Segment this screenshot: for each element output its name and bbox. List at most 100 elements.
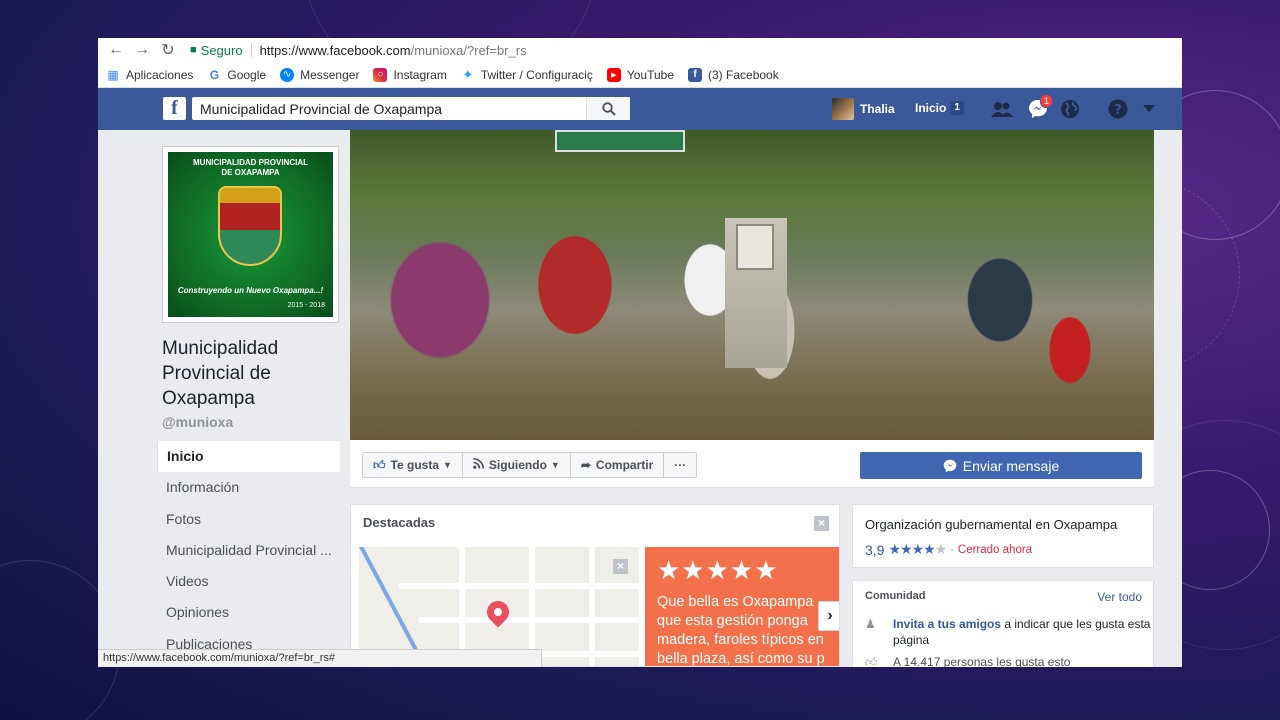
left-navigation: Inicio Información Fotos Municipalidad P… <box>157 441 340 660</box>
user-name: Thalia <box>860 102 895 116</box>
about-box: Organización gubernamental en Oxapampa 3… <box>852 504 1154 568</box>
cover-photo[interactable] <box>350 130 1154 440</box>
page-rating[interactable]: 3,9 ★★★★★ · Cerrado ahora <box>865 541 1032 558</box>
url-field[interactable]: https://www.facebook.com/munioxa/?ref=br… <box>260 43 527 58</box>
bookmark-label: YouTube <box>626 67 675 82</box>
bookmark-twitter[interactable]: ✦ Twitter / Configuraciç <box>461 66 593 82</box>
globe-notifications-icon[interactable] <box>1059 98 1081 120</box>
friend-requests-icon[interactable] <box>991 98 1013 120</box>
bookmark-label: Aplicaciones <box>126 67 194 82</box>
see-all-link[interactable]: Ver todo <box>1097 590 1142 604</box>
close-map-icon[interactable]: × <box>613 559 628 574</box>
people-icon: ♟ <box>865 617 876 631</box>
bookmark-label: Google <box>227 67 267 82</box>
help-icon[interactable]: ? <box>1107 98 1129 120</box>
back-arrow-icon[interactable]: ← <box>106 40 126 60</box>
caret-down-icon: ▼ <box>550 460 560 470</box>
thumbs-up-icon: 👍︎ <box>865 655 878 667</box>
follow-button[interactable]: Siguiendo ▼ <box>463 453 571 477</box>
map-road <box>589 547 595 666</box>
rating-stars: ★★★★★ <box>888 541 947 558</box>
bookmark-google[interactable]: G Google <box>207 68 266 82</box>
page-action-bar: 👍︎ Te gusta ▼ Siguiendo ▼ ➦ Compartir ·· <box>350 440 1154 488</box>
chevron-right-icon[interactable]: › <box>818 601 839 631</box>
rating-value: 3,9 <box>865 541 885 558</box>
bookmark-youtube[interactable]: ▶ YouTube <box>606 67 675 82</box>
home-label: Inicio <box>915 101 947 115</box>
secure-label: Seguro <box>200 42 243 58</box>
facebook-icon: f <box>688 67 703 82</box>
featured-section: Destacadas × × ★★★★★ Que bella es Oxapam… <box>350 504 840 667</box>
bookmark-facebook[interactable]: f (3) Facebook <box>688 67 779 82</box>
send-message-label: Enviar mensaje <box>962 457 1060 474</box>
bookmark-label: (3) Facebook <box>708 67 779 82</box>
thumbs-up-icon: 👍︎ <box>373 457 386 472</box>
more-options-icon: ··· <box>674 458 687 472</box>
featured-title: Destacadas <box>363 515 436 530</box>
search-button[interactable] <box>586 97 630 120</box>
invite-friends-link[interactable]: Invita a tus amigos <box>893 617 1001 631</box>
page-category[interactable]: Organización gubernamental en Oxapampa <box>865 517 1117 532</box>
svg-text:?: ? <box>1114 103 1122 118</box>
invite-text: Invita a tus amigos a indicar que les gu… <box>893 616 1153 648</box>
reload-icon[interactable]: ↻ <box>158 40 178 60</box>
google-icon: G <box>209 67 220 82</box>
bookmark-label: Messenger <box>300 67 360 82</box>
bookmark-label: Instagram <box>393 67 447 82</box>
search-box <box>192 97 630 120</box>
facebook-logo-icon[interactable]: f <box>163 97 186 120</box>
browser-window: ← → ↻ ■ Seguro https://www.facebook.com/… <box>98 38 1182 667</box>
caret-down-icon: ▼ <box>443 460 452 470</box>
apps-grid-icon: ▦ <box>107 67 119 82</box>
search-icon <box>601 101 616 116</box>
bookmarks-bar: ▦ Aplicaciones G Google ∿ Messenger ○ In… <box>98 62 1182 88</box>
account-menu-chevron-down-icon[interactable] <box>1138 98 1160 120</box>
home-link[interactable]: Inicio 1 <box>915 101 964 115</box>
profile-picture[interactable]: MUNICIPALIDAD PROVINCIAL DE OXAPAMPA Con… <box>162 146 339 323</box>
follow-label: Siguiendo <box>488 458 547 472</box>
cover-sign <box>555 130 685 152</box>
avatar <box>832 98 854 120</box>
nav-item-inicio[interactable]: Inicio <box>157 441 340 473</box>
share-button[interactable]: ➦ Compartir <box>571 453 665 477</box>
user-profile-link[interactable]: Thalia <box>832 98 895 120</box>
more-options-button[interactable]: ··· <box>664 453 696 477</box>
forward-arrow-icon[interactable]: → <box>132 40 152 60</box>
bookmark-messenger[interactable]: ∿ Messenger <box>280 67 360 82</box>
search-input[interactable] <box>192 100 582 117</box>
review-line: Que bella es Oxapampa <box>657 594 814 610</box>
nav-item-informacion[interactable]: Información <box>157 472 340 503</box>
divider <box>250 43 252 57</box>
logo-years: 2015 - 2018 <box>287 302 325 309</box>
messages-icon[interactable]: 1 <box>1027 94 1053 120</box>
close-featured-icon[interactable]: × <box>814 516 829 531</box>
logo-title-line1: MUNICIPALIDAD PROVINCIAL <box>193 158 308 167</box>
review-card[interactable]: ★★★★★ Que bella es Oxapampa que esta ges… <box>645 547 839 666</box>
logo-title-line2: DE OXAPAMPA <box>221 168 280 177</box>
page-title: Municipalidad Provincial de Oxapampa <box>162 338 279 409</box>
separator-dot: · <box>950 543 954 556</box>
messages-badge: 1 <box>1039 94 1053 108</box>
nav-item-municipalidad[interactable]: Municipalidad Provincial ... <box>157 535 340 566</box>
municipality-logo: MUNICIPALIDAD PROVINCIAL DE OXAPAMPA Con… <box>168 152 333 317</box>
bookmark-instagram[interactable]: ○ Instagram <box>373 67 447 82</box>
twitter-icon: ✦ <box>462 66 474 82</box>
status-bar-url: https://www.facebook.com/munioxa/?ref=br… <box>98 649 542 667</box>
logo-title: MUNICIPALIDAD PROVINCIAL DE OXAPAMPA <box>168 158 333 178</box>
logo-slogan: Construyendo un Nuevo Oxapampa...! <box>177 286 324 295</box>
nav-item-opiniones[interactable]: Opiniones <box>157 597 340 628</box>
likes-row: 👍︎ A 14.417 personas les gusta esto <box>865 655 1070 667</box>
nav-item-fotos[interactable]: Fotos <box>157 504 340 535</box>
cover-plaque <box>736 224 774 270</box>
like-button[interactable]: 👍︎ Te gusta ▼ <box>363 453 463 477</box>
review-stars: ★★★★★ <box>657 555 779 585</box>
bookmark-apps[interactable]: ▦ Aplicaciones <box>106 68 193 82</box>
youtube-icon: ▶ <box>606 67 621 82</box>
nav-item-videos[interactable]: Videos <box>157 566 340 597</box>
map-road <box>399 583 639 589</box>
review-line: que esta gestión ponga <box>657 613 808 629</box>
messenger-icon <box>943 459 957 472</box>
page-handle[interactable]: @munioxa <box>162 414 233 430</box>
send-message-button[interactable]: Enviar mensaje <box>860 452 1142 479</box>
instagram-icon: ○ <box>373 67 388 82</box>
